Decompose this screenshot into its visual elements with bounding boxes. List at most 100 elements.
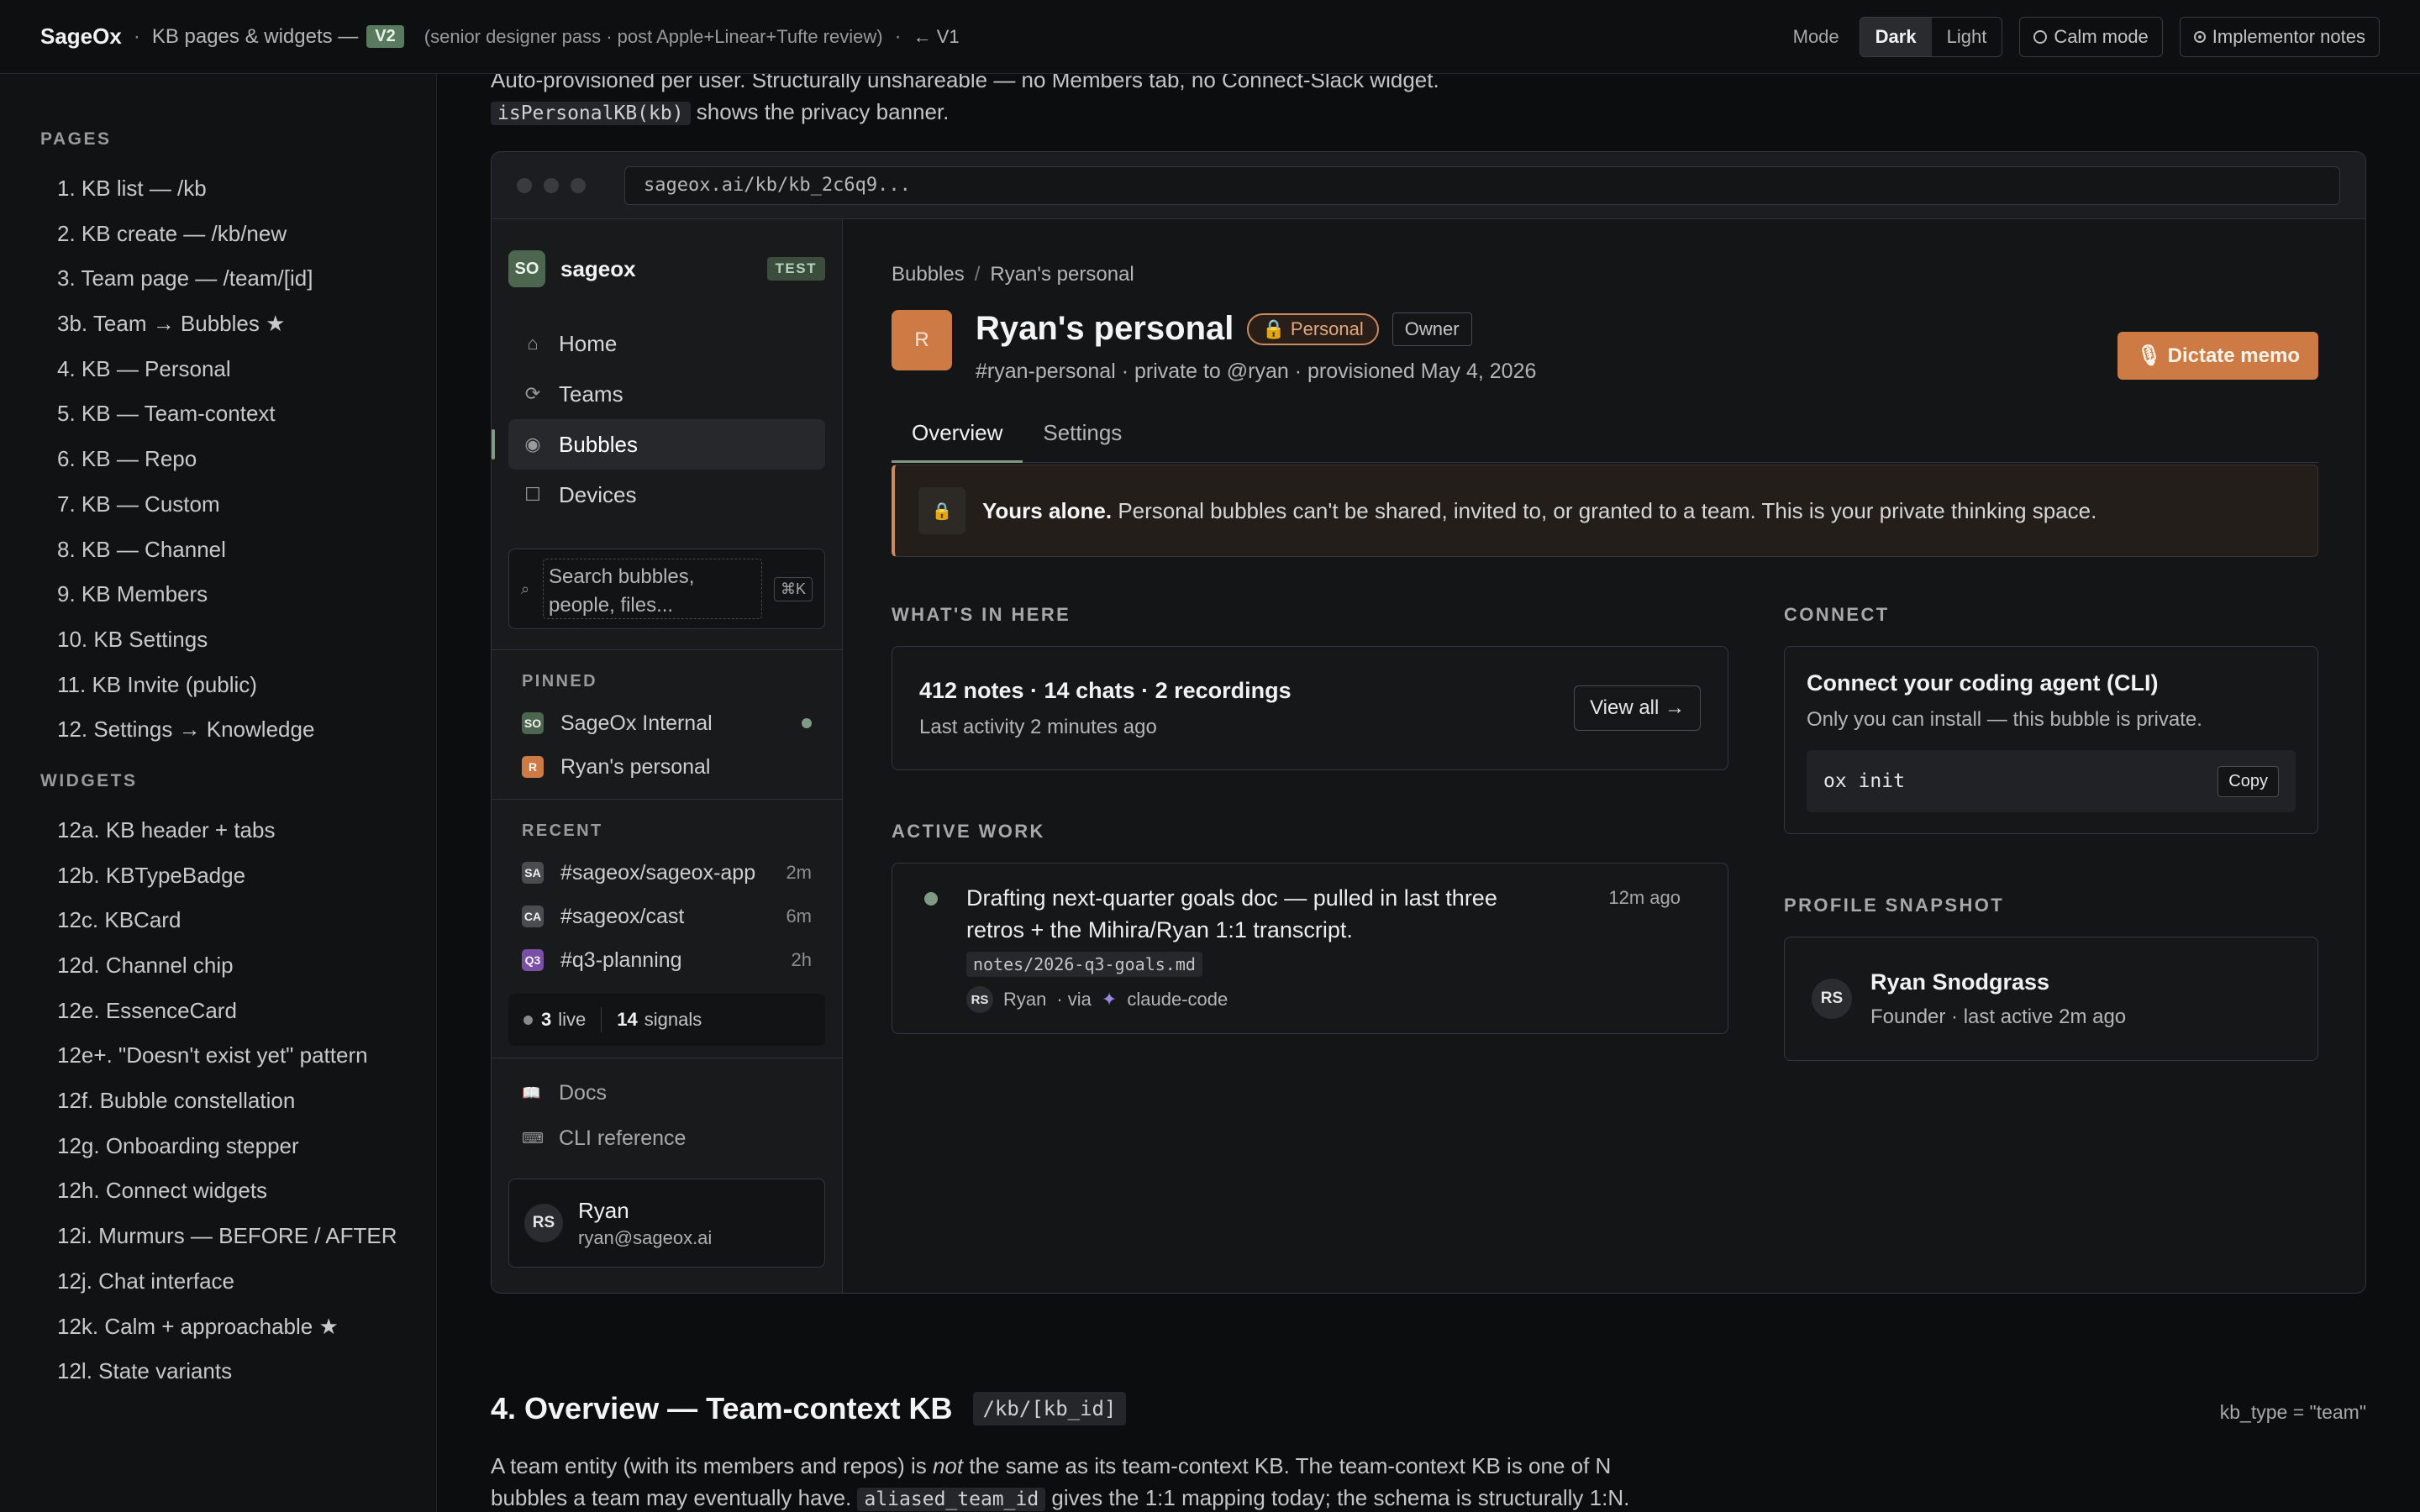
nav-page-item[interactable]: 11. KB Invite (public) — [40, 663, 436, 708]
sidebar-item-label: Bubbles — [559, 431, 638, 457]
recent-item[interactable]: SA #sageox/sageox-app 2m — [508, 851, 825, 895]
sparkle-icon: ✦ — [1101, 989, 1118, 1010]
intro-line: Auto-provisioned per user. Structurally … — [491, 74, 1439, 92]
cli-reference-link[interactable]: ⌨ CLI reference — [508, 1116, 825, 1161]
nav-widget-item[interactable]: 12f. Bubble constellation — [40, 1079, 436, 1124]
address-bar[interactable]: sageox.ai/kb/kb_2c6q9... — [624, 165, 2340, 205]
calm-mode-button[interactable]: Calm mode — [2019, 16, 2163, 57]
mode-light-button[interactable]: Light — [1932, 18, 2002, 56]
nav-widget-item[interactable]: 12h. Connect widgets — [40, 1168, 436, 1214]
nav-page-item[interactable]: 2. KB create — /kb/new — [40, 212, 436, 257]
window-zoom-dot — [571, 177, 586, 193]
sidebar-item-bubbles[interactable]: ◉ Bubbles — [492, 419, 825, 470]
nav-page-item[interactable]: 10. KB Settings — [40, 617, 436, 663]
back-to-v1-link[interactable]: ← V1 — [913, 26, 960, 48]
nav-widget-item[interactable]: 12a. KB header + tabs — [40, 808, 436, 853]
workspace-switcher[interactable]: SO sageox TEST — [508, 219, 825, 318]
section-heading: 4. Overview — Team-context KB /kb/[kb_id… — [491, 1391, 2366, 1426]
breadcrumb: Bubbles / Ryan's personal — [892, 263, 2318, 286]
tab-settings[interactable]: Settings — [1023, 416, 1142, 463]
devices-icon: ☐ — [524, 484, 541, 505]
nav-page-item[interactable]: 6. KB — Repo — [40, 437, 436, 482]
nav-widget-item[interactable]: 12b. KBTypeBadge — [40, 853, 436, 899]
env-badge: TEST — [766, 257, 825, 281]
pinned-item[interactable]: SO SageOx Internal — [508, 701, 825, 745]
keyboard-icon: ⌨ — [522, 1129, 544, 1147]
signals-count: 14 — [617, 1009, 638, 1030]
active-work-card[interactable]: Drafting next-quarter goals doc — pulled… — [892, 863, 1728, 1034]
page-subtitle: KB pages & widgets — — [151, 24, 359, 48]
sidebar-item-home[interactable]: ⌂ Home — [508, 318, 825, 369]
nav-widget-item[interactable]: 12k. Calm + approachable ★ — [40, 1305, 436, 1350]
live-indicator — [802, 718, 812, 728]
title-row: Ryan's personal 🔒 Personal Owner — [976, 310, 1536, 348]
search-input[interactable]: Search bubbles, people, files... — [543, 559, 762, 619]
mode-dark-button[interactable]: Dark — [1860, 17, 1932, 56]
tab-overview[interactable]: Overview — [892, 416, 1023, 463]
nav-widget-item[interactable]: 12e. EssenceCard — [40, 989, 436, 1034]
view-all-button[interactable]: View all → — [1574, 685, 1701, 731]
nav-page-item[interactable]: 1. KB list — /kb — [40, 166, 436, 212]
work-attribution: RS Ryan · via ✦ claude-code — [966, 986, 1701, 1013]
recent-item[interactable]: CA #sageox/cast 6m — [508, 895, 825, 938]
user-email: ryan@sageox.ai — [578, 1226, 713, 1248]
mode-toggle: Dark Light — [1859, 16, 2003, 57]
dictate-memo-button[interactable]: 🎙 Dictate memo — [2118, 332, 2318, 380]
nav-widget-item[interactable]: 12l. State variants — [40, 1349, 436, 1394]
sidebar-item-devices[interactable]: ☐ Devices — [508, 470, 825, 520]
personal-type-badge: 🔒 Personal — [1247, 312, 1379, 345]
inline-code: aliased_team_id — [857, 1488, 1046, 1511]
copy-button[interactable]: Copy — [2217, 765, 2279, 797]
doc-navigation: PAGES 1. KB list — /kb 2. KB create — /k… — [0, 74, 437, 1512]
implementor-notes-button[interactable]: Implementor notes — [2179, 16, 2380, 57]
separator-dot: · — [894, 24, 902, 48]
separator-dot: · — [133, 24, 140, 48]
nav-page-item[interactable]: 12. Settings → Knowledge — [40, 707, 436, 753]
channel-avatar: SA — [522, 862, 544, 884]
section-team-context: 4. Overview — Team-context KB /kb/[kb_id… — [491, 1391, 2366, 1512]
nav-page-item[interactable]: 3b. Team → Bubbles ★ — [40, 302, 436, 347]
profile-snapshot-card[interactable]: RS Ryan Snodgrass Founder · last active … — [1784, 937, 2318, 1061]
work-via: · via — [1056, 989, 1092, 1010]
pinned-item[interactable]: R Ryan's personal — [508, 745, 825, 789]
section-intro: Auto-provisioned per user. Structurally … — [491, 74, 2171, 129]
nav-page-item[interactable]: 4. KB — Personal — [40, 347, 436, 392]
recent-item[interactable]: Q3 #q3-planning 2h — [508, 938, 825, 982]
nav-widget-item[interactable]: 12j. Chat interface — [40, 1259, 436, 1305]
app-shell: SO sageox TEST ⌂ Home ⟳ Teams ◉ Bubbles — [492, 219, 2365, 1293]
nav-widget-item[interactable]: 12d. Channel chip — [40, 943, 436, 989]
user-info: Ryan ryan@sageox.ai — [563, 1198, 712, 1249]
nav-page-item[interactable]: 8. KB — Channel — [40, 528, 436, 573]
nav-page-item[interactable]: 7. KB — Custom — [40, 482, 436, 528]
recent-item-label: #sageox/cast — [560, 904, 685, 928]
profile-name: Ryan Snodgrass — [1870, 969, 2050, 995]
target-icon — [2193, 30, 2206, 43]
window-minimize-dot — [544, 177, 559, 193]
breadcrumb-parent[interactable]: Bubbles — [892, 263, 965, 286]
mode-label: Mode — [1792, 25, 1839, 47]
intro-line: isPersonalKB(kb) shows the privacy banne… — [491, 96, 2171, 129]
live-signals-bar[interactable]: 3 live 14 signals — [508, 994, 825, 1046]
nav-page-item[interactable]: 5. KB — Team-context — [40, 391, 436, 437]
widgets-section-label: WIDGETS — [40, 770, 138, 790]
recent-item-time: 2m — [786, 862, 812, 883]
circle-icon — [2033, 29, 2048, 44]
para-text: A team entity (with its members and repo… — [491, 1453, 933, 1478]
nav-widget-item[interactable]: 12g. Onboarding stepper — [40, 1124, 436, 1169]
nav-widget-item[interactable]: 12e+. "Doesn't exist yet" pattern — [40, 1033, 436, 1079]
user-menu[interactable]: RS Ryan ryan@sageox.ai — [508, 1179, 825, 1268]
brand-name[interactable]: SageOx — [40, 24, 122, 50]
nav-widget-item[interactable]: 12i. Murmurs — BEFORE / AFTER — [40, 1214, 436, 1259]
whats-in-here-label: WHAT'S IN HERE — [892, 604, 1071, 625]
nav-widget-item[interactable]: 12c. KBCard — [40, 898, 436, 943]
bubble-meta: #ryan-personal · private to @ryan · prov… — [976, 360, 1537, 383]
docs-link[interactable]: 📖 Docs — [508, 1070, 825, 1116]
nav-page-item[interactable]: 3. Team page — /team/[id] — [40, 256, 436, 302]
sidebar-search[interactable]: ⌕ Search bubbles, people, files... ⌘K — [508, 549, 825, 629]
nav-page-item[interactable]: 9. KB Members — [40, 572, 436, 617]
role-badge: Owner — [1392, 312, 1472, 346]
channel-avatar: CA — [522, 906, 544, 927]
work-file[interactable]: notes/2026-q3-goals.md — [966, 952, 1202, 977]
sidebar-item-teams[interactable]: ⟳ Teams — [508, 369, 825, 419]
work-user: Ryan — [1003, 989, 1047, 1010]
